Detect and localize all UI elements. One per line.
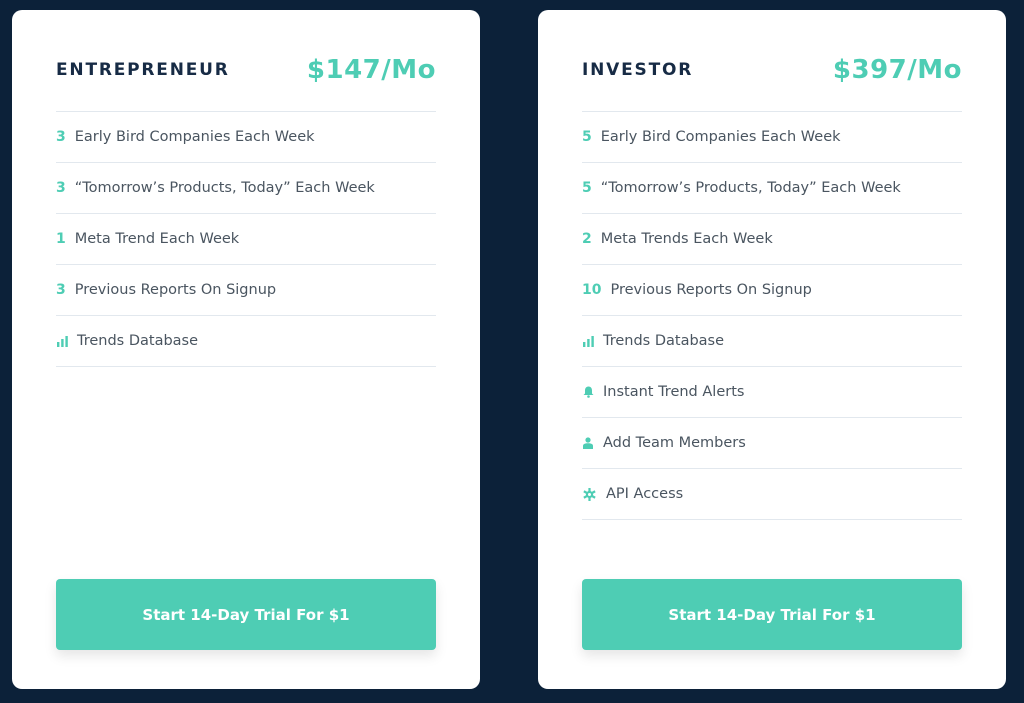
feature-item: Instant Trend Alerts [582, 367, 962, 418]
feature-label: Previous Reports On Signup [610, 282, 812, 298]
feature-item: 10 Previous Reports On Signup [582, 265, 962, 316]
feature-item: 5 Early Bird Companies Each Week [582, 112, 962, 163]
start-trial-button[interactable]: Start 14-Day Trial For $1 [582, 579, 962, 650]
feature-item: Add Team Members [582, 418, 962, 469]
feature-count: 1 [56, 231, 66, 247]
feature-label: API Access [606, 486, 684, 502]
feature-list: 5 Early Bird Companies Each Week 5 “Tomo… [582, 111, 962, 520]
feature-item: 2 Meta Trends Each Week [582, 214, 962, 265]
feature-label: Trends Database [603, 333, 725, 349]
card-header: ENTREPRENEUR $147/Mo [56, 52, 436, 88]
start-trial-button[interactable]: Start 14-Day Trial For $1 [56, 579, 436, 650]
feature-count: 10 [582, 282, 602, 298]
feature-label: Add Team Members [603, 435, 746, 451]
feature-label: “Tomorrow’s Products, Today” Each Week [74, 180, 375, 196]
feature-item: 5 “Tomorrow’s Products, Today” Each Week [582, 163, 962, 214]
feature-count: 5 [582, 180, 592, 196]
bar-chart-icon [582, 335, 594, 347]
feature-count: 3 [56, 282, 66, 298]
feature-count: 5 [582, 129, 592, 145]
feature-item: 1 Meta Trend Each Week [56, 214, 436, 265]
gear-icon [582, 487, 596, 501]
feature-label: Instant Trend Alerts [603, 384, 745, 400]
feature-item: 3 Early Bird Companies Each Week [56, 112, 436, 163]
feature-label: Trends Database [77, 333, 199, 349]
bell-icon [582, 386, 594, 398]
feature-label: Meta Trends Each Week [600, 231, 773, 247]
user-icon [582, 437, 594, 449]
feature-item: Trends Database [56, 316, 436, 367]
feature-label: “Tomorrow’s Products, Today” Each Week [600, 180, 901, 196]
feature-item: API Access [582, 469, 962, 520]
feature-list: 3 Early Bird Companies Each Week 3 “Tomo… [56, 111, 436, 367]
feature-label: Early Bird Companies Each Week [600, 129, 841, 145]
plan-price: $397/Mo [832, 55, 962, 85]
pricing-card-investor: INVESTOR $397/Mo 5 Early Bird Companies … [538, 10, 1006, 689]
plan-name: ENTREPRENEUR [56, 60, 230, 80]
feature-label: Early Bird Companies Each Week [74, 129, 315, 145]
feature-count: 3 [56, 129, 66, 145]
plan-name: INVESTOR [582, 60, 694, 80]
feature-count: 2 [582, 231, 592, 247]
feature-item: 3 “Tomorrow’s Products, Today” Each Week [56, 163, 436, 214]
card-header: INVESTOR $397/Mo [582, 52, 962, 88]
feature-item: Trends Database [582, 316, 962, 367]
bar-chart-icon [56, 335, 68, 347]
feature-label: Previous Reports On Signup [74, 282, 277, 298]
pricing-card-entrepreneur: ENTREPRENEUR $147/Mo 3 Early Bird Compan… [12, 10, 480, 689]
plan-price: $147/Mo [306, 55, 436, 85]
feature-count: 3 [56, 180, 66, 196]
feature-label: Meta Trend Each Week [74, 231, 240, 247]
feature-item: 3 Previous Reports On Signup [56, 265, 436, 316]
